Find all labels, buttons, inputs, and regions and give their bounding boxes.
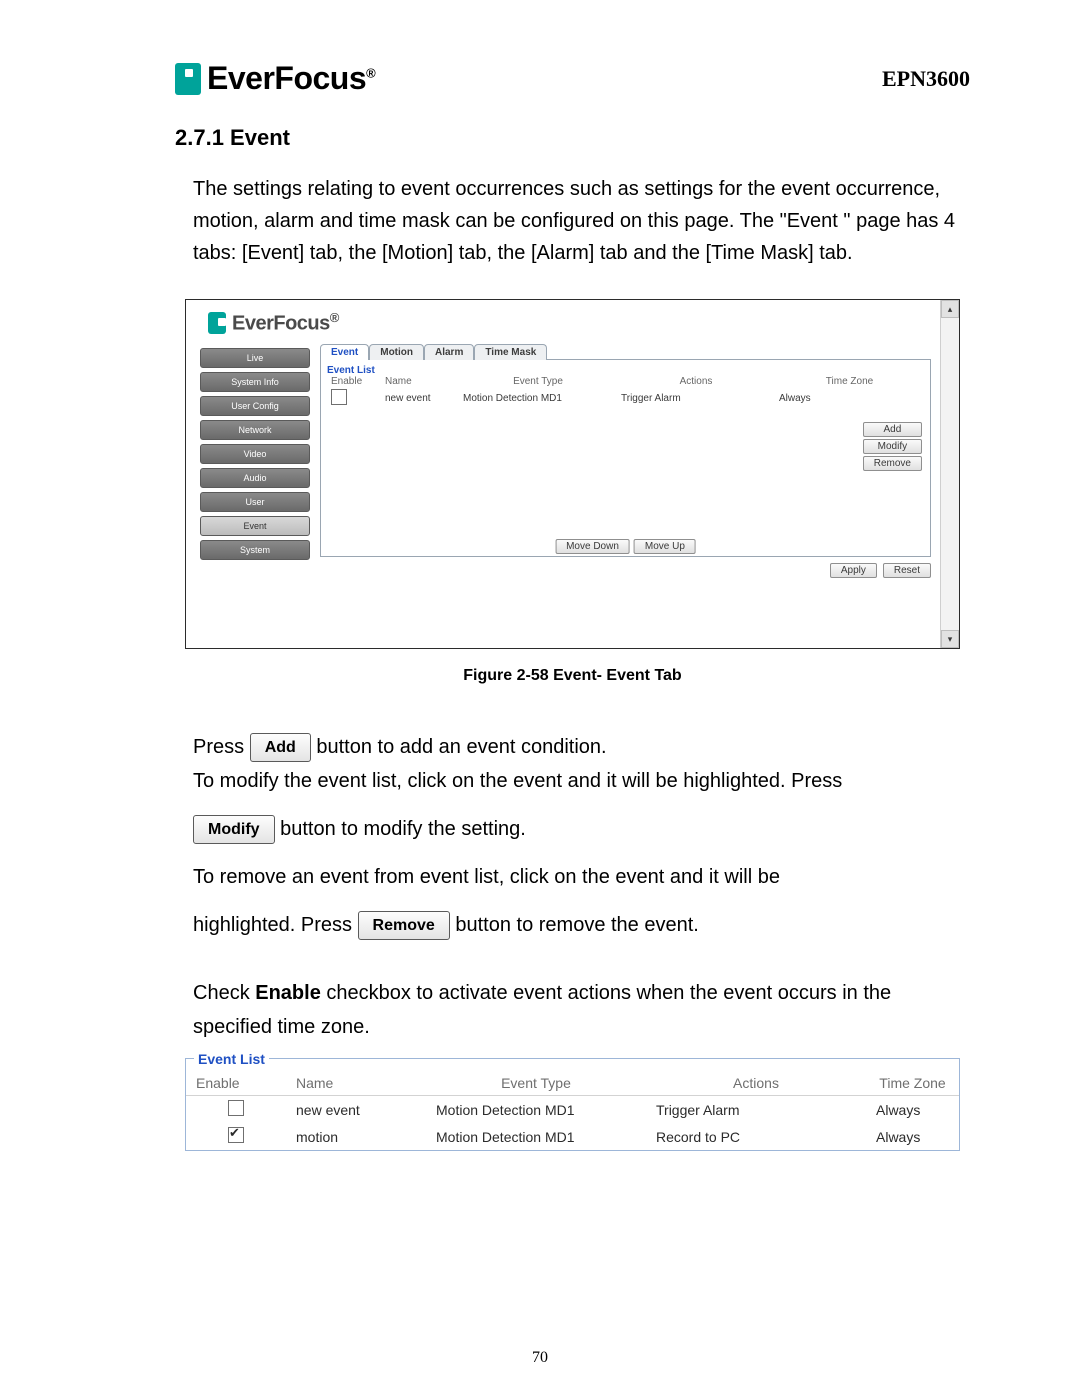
model-label: EPN3600	[882, 66, 970, 92]
add-button-inline[interactable]: Add	[250, 733, 311, 762]
cell-time-zone: Always	[866, 1123, 959, 1150]
cell-actions: Trigger Alarm	[617, 387, 775, 410]
col-event-type: Event Type	[426, 1071, 646, 1096]
page-number: 70	[0, 1349, 1080, 1367]
event-panel: Event List Enable Name Event Type Action…	[320, 359, 931, 557]
cell-name: new event	[286, 1096, 426, 1124]
tab-time-mask[interactable]: Time Mask	[474, 344, 547, 360]
text: button to modify the setting.	[280, 818, 526, 840]
nav-audio[interactable]: Audio	[200, 468, 310, 488]
col-event-type: Event Type	[459, 376, 617, 387]
nav-network[interactable]: Network	[200, 420, 310, 440]
brand-logo: EverFocus®	[175, 60, 375, 97]
tab-alarm[interactable]: Alarm	[424, 344, 474, 360]
tab-event[interactable]: Event	[320, 344, 369, 360]
enable-checkbox[interactable]	[331, 389, 347, 405]
nav-event[interactable]: Event	[200, 516, 310, 536]
apply-button[interactable]: Apply	[830, 563, 877, 578]
text: Press	[193, 736, 250, 758]
tab-motion[interactable]: Motion	[369, 344, 424, 360]
nav-system-info[interactable]: System Info	[200, 372, 310, 392]
add-button[interactable]: Add	[863, 422, 922, 437]
col-actions: Actions	[617, 376, 775, 387]
nav-user-config[interactable]: User Config	[200, 396, 310, 416]
enable-word: Enable	[255, 982, 321, 1004]
remove-button[interactable]: Remove	[863, 456, 922, 471]
modify-button[interactable]: Modify	[863, 439, 922, 454]
brand-name: EverFocus	[207, 60, 366, 96]
col-name: Name	[286, 1071, 426, 1096]
text: button to add an event condition.	[316, 736, 606, 758]
nav-video[interactable]: Video	[200, 444, 310, 464]
text: To remove an event from event list, clic…	[193, 860, 956, 894]
col-actions: Actions	[646, 1071, 866, 1096]
col-time-zone: Time Zone	[866, 1071, 959, 1096]
event-list-figure: Event List Enable Name Event Type Action…	[185, 1058, 960, 1151]
text: button to remove the event.	[455, 914, 699, 936]
cell-actions: Record to PC	[646, 1123, 866, 1150]
figure-caption: Figure 2-58 Event- Event Tab	[175, 667, 970, 685]
enable-checkbox[interactable]	[228, 1127, 244, 1143]
nav-live[interactable]: Live	[200, 348, 310, 368]
text: To modify the event list, click on the e…	[193, 770, 842, 792]
cell-event-type: Motion Detection MD1	[459, 387, 617, 410]
cell-event-type: Motion Detection MD1	[426, 1123, 646, 1150]
nav-system[interactable]: System	[200, 540, 310, 560]
cell-name: new event	[381, 387, 459, 410]
table-row[interactable]: motion Motion Detection MD1 Record to PC…	[186, 1123, 959, 1150]
cell-name: motion	[286, 1123, 426, 1150]
scroll-up-icon[interactable]: ▴	[941, 300, 959, 318]
text: Check	[193, 982, 255, 1004]
cell-time-zone: Always	[866, 1096, 959, 1124]
nav-user[interactable]: User	[200, 492, 310, 512]
modify-button-inline[interactable]: Modify	[193, 815, 275, 844]
col-enable: Enable	[186, 1071, 286, 1096]
intro-paragraph: The settings relating to event occurrenc…	[193, 173, 956, 269]
nav-sidebar: Live System Info User Config Network Vid…	[186, 342, 320, 648]
table-row[interactable]: new event Motion Detection MD1 Trigger A…	[327, 387, 924, 410]
cell-event-type: Motion Detection MD1	[426, 1096, 646, 1124]
move-up-button[interactable]: Move Up	[634, 539, 696, 554]
cell-time-zone: Always	[775, 387, 924, 410]
col-time-zone: Time Zone	[775, 376, 924, 387]
col-name: Name	[381, 376, 459, 387]
move-down-button[interactable]: Move Down	[555, 539, 630, 554]
scrollbar[interactable]: ▴ ▾	[940, 300, 959, 648]
scroll-down-icon[interactable]: ▾	[941, 630, 959, 648]
section-heading: 2.7.1 Event	[175, 125, 970, 151]
reset-button[interactable]: Reset	[883, 563, 931, 578]
trademark: ®	[366, 65, 375, 80]
event-table: Enable Name Event Type Actions Time Zone…	[327, 376, 924, 410]
tabs: Event Motion Alarm Time Mask	[320, 344, 931, 360]
enable-checkbox[interactable]	[228, 1100, 244, 1116]
logo-icon	[175, 63, 201, 95]
fieldset-title: Event List	[194, 1051, 269, 1067]
cell-actions: Trigger Alarm	[646, 1096, 866, 1124]
col-enable: Enable	[327, 376, 381, 387]
remove-button-inline[interactable]: Remove	[358, 911, 450, 940]
event-list-table: Enable Name Event Type Actions Time Zone…	[186, 1071, 959, 1150]
table-row[interactable]: new event Motion Detection MD1 Trigger A…	[186, 1096, 959, 1124]
logo-icon	[208, 312, 226, 334]
text: highlighted. Press	[193, 914, 358, 936]
fieldset-title: Event List	[327, 365, 375, 376]
screenshot-event-tab: EverFocus® Live System Info User Config …	[185, 299, 960, 649]
